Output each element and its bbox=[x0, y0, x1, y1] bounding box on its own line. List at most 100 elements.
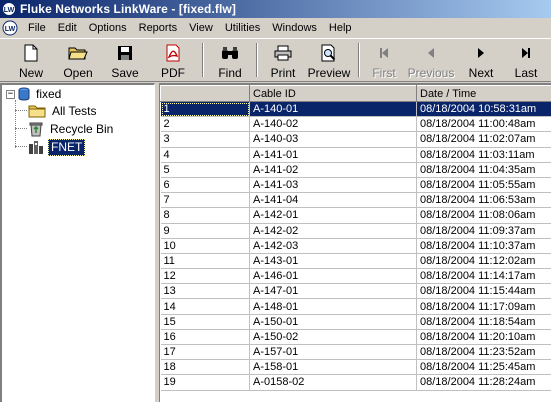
toolbar: New Open Save PDF Find Print Preview Fir… bbox=[0, 38, 551, 82]
tree-node-fnet[interactable]: FNET bbox=[28, 138, 86, 156]
svg-text:LW: LW bbox=[4, 7, 15, 14]
next-button[interactable]: Next bbox=[458, 39, 504, 81]
date-time-cell: 08/18/2004 10:58:31am bbox=[416, 101, 551, 118]
save-button[interactable]: Save bbox=[102, 39, 148, 81]
row-index-cell: 2 bbox=[160, 116, 250, 133]
row-index-cell: 12 bbox=[160, 268, 250, 285]
date-time-cell: 08/18/2004 11:00:48am bbox=[416, 116, 551, 133]
menu-bar: LW File Edit Options Reports View Utilit… bbox=[0, 18, 551, 38]
table-row[interactable]: 13 A-147-01 08/18/2004 11:15:44am bbox=[160, 283, 551, 300]
date-time-cell: 08/18/2004 11:17:09am bbox=[416, 298, 551, 315]
title-bar[interactable]: LW Fluke Networks LinkWare - [fixed.flw] bbox=[0, 0, 551, 18]
row-index-cell: 11 bbox=[160, 253, 250, 270]
table-row[interactable]: 12 A-146-01 08/18/2004 11:14:17am bbox=[160, 268, 551, 285]
previous-button[interactable]: Previous bbox=[404, 39, 458, 81]
table-row[interactable]: 9 A-142-02 08/18/2004 11:09:37am bbox=[160, 223, 551, 239]
table-row[interactable]: 10 A-142-03 08/18/2004 11:10:37am bbox=[160, 238, 551, 254]
date-time-cell: 08/18/2004 11:28:24am bbox=[416, 374, 551, 391]
table-row[interactable]: 19 A-0158-02 08/18/2004 11:28:24am bbox=[160, 374, 551, 391]
toolbar-separator bbox=[202, 43, 204, 77]
menu-edit[interactable]: Edit bbox=[52, 18, 83, 38]
toolbar-separator bbox=[358, 43, 360, 77]
table-row[interactable]: 15 A-150-01 08/18/2004 11:18:54am bbox=[160, 314, 551, 330]
tree-node-fixed[interactable]: − fixed bbox=[6, 85, 63, 103]
tree-label-all-tests: All Tests bbox=[52, 103, 97, 118]
table-row[interactable]: 14 A-148-01 08/18/2004 11:17:09am bbox=[160, 298, 551, 315]
linkware-logo-icon[interactable]: LW bbox=[2, 2, 16, 16]
cable-id-cell: A-140-03 bbox=[249, 131, 417, 148]
menu-reports[interactable]: Reports bbox=[133, 18, 184, 38]
column-header-index[interactable] bbox=[160, 85, 250, 102]
date-time-cell: 08/18/2004 11:18:54am bbox=[416, 314, 551, 330]
row-index-cell: 16 bbox=[160, 329, 250, 346]
first-record-icon bbox=[374, 43, 394, 63]
menu-view[interactable]: View bbox=[183, 18, 219, 38]
menu-windows[interactable]: Windows bbox=[266, 18, 323, 38]
new-label: New bbox=[18, 66, 43, 80]
menu-help[interactable]: Help bbox=[323, 18, 358, 38]
menu-utilities[interactable]: Utilities bbox=[219, 18, 266, 38]
preview-button[interactable]: Preview bbox=[304, 39, 354, 81]
menu-options[interactable]: Options bbox=[83, 18, 133, 38]
cable-id-cell: A-150-02 bbox=[249, 329, 417, 346]
tree-node-all-tests[interactable]: All Tests bbox=[28, 102, 98, 120]
database-icon bbox=[18, 87, 30, 101]
results-table: Cable ID Date / Time 1 A-140-01 08/18/2004… bbox=[160, 85, 551, 391]
tree-connector bbox=[15, 100, 16, 148]
tree-label-fnet: FNET bbox=[48, 138, 86, 156]
cable-id-cell: A-148-01 bbox=[249, 298, 417, 315]
table-row[interactable]: 7 A-141-04 08/18/2004 11:06:53am bbox=[160, 192, 551, 209]
floppy-disk-icon bbox=[115, 43, 135, 63]
table-row[interactable]: 3 A-140-03 08/18/2004 11:02:07am bbox=[160, 131, 551, 148]
document-icon[interactable]: LW bbox=[2, 20, 18, 36]
row-index-cell: 1 bbox=[160, 101, 250, 118]
pdf-label: PDF bbox=[161, 66, 185, 80]
tree-node-recycle-bin[interactable]: Recycle Bin bbox=[28, 120, 115, 138]
window-title: Fluke Networks LinkWare - [fixed.flw] bbox=[20, 2, 236, 16]
toolbar-separator bbox=[256, 43, 258, 77]
menu-file[interactable]: File bbox=[22, 18, 52, 38]
open-button[interactable]: Open bbox=[54, 39, 102, 81]
row-index-cell: 18 bbox=[160, 359, 250, 376]
cable-id-cell: A-140-01 bbox=[249, 101, 417, 118]
find-button[interactable]: Find bbox=[208, 39, 252, 81]
print-preview-icon bbox=[319, 43, 339, 63]
table-row[interactable]: 6 A-141-03 08/18/2004 11:05:55am bbox=[160, 177, 551, 194]
table-row[interactable]: 17 A-157-01 08/18/2004 11:23:52am bbox=[160, 344, 551, 361]
table-row[interactable]: 8 A-142-01 08/18/2004 11:08:06am bbox=[160, 207, 551, 224]
collapse-toggle[interactable]: − bbox=[6, 89, 15, 99]
row-index-cell: 17 bbox=[160, 344, 250, 361]
cable-id-cell: A-147-01 bbox=[249, 283, 417, 300]
last-button[interactable]: Last bbox=[504, 39, 548, 81]
table-row[interactable]: 2 A-140-02 08/18/2004 11:00:48am bbox=[160, 116, 551, 133]
next-label: Next bbox=[468, 66, 494, 80]
tree-pane[interactable]: − fixed All Tests Recycle Bin FNET bbox=[0, 83, 155, 402]
new-button[interactable]: New bbox=[8, 39, 54, 81]
table-row[interactable]: 4 A-141-01 08/18/2004 11:03:11am bbox=[160, 147, 551, 163]
cable-id-cell: A-158-01 bbox=[249, 359, 417, 376]
date-time-cell: 08/18/2004 11:12:02am bbox=[416, 253, 551, 270]
pdf-button[interactable]: PDF bbox=[148, 39, 198, 81]
next-record-icon bbox=[471, 43, 491, 63]
table-row[interactable]: 5 A-141-02 08/18/2004 11:04:35am bbox=[160, 162, 551, 178]
cable-id-cell: A-141-01 bbox=[249, 147, 417, 163]
table-row[interactable]: 1 A-140-01 08/18/2004 10:58:31am bbox=[160, 101, 551, 118]
row-index-cell: 9 bbox=[160, 223, 250, 239]
column-header-date-time[interactable]: Date / Time bbox=[416, 85, 551, 102]
print-button[interactable]: Print bbox=[262, 39, 304, 81]
cable-id-cell: A-146-01 bbox=[249, 268, 417, 285]
pdf-icon bbox=[163, 43, 183, 63]
tree-connector bbox=[15, 128, 27, 129]
column-header-cable-id[interactable]: Cable ID bbox=[249, 85, 417, 102]
tree-connector bbox=[15, 110, 27, 111]
cable-id-cell: A-0158-02 bbox=[249, 374, 417, 391]
date-time-cell: 08/18/2004 11:15:44am bbox=[416, 283, 551, 300]
row-index-cell: 6 bbox=[160, 177, 250, 194]
first-button[interactable]: First bbox=[364, 39, 404, 81]
table-row[interactable]: 16 A-150-02 08/18/2004 11:20:10am bbox=[160, 329, 551, 346]
date-time-cell: 08/18/2004 11:09:37am bbox=[416, 223, 551, 239]
table-row[interactable]: 11 A-143-01 08/18/2004 11:12:02am bbox=[160, 253, 551, 270]
binoculars-icon bbox=[220, 43, 240, 63]
table-row[interactable]: 18 A-158-01 08/18/2004 11:25:45am bbox=[160, 359, 551, 376]
results-table-pane[interactable]: Cable ID Date / Time 1 A-140-01 08/18/2004… bbox=[159, 83, 551, 402]
